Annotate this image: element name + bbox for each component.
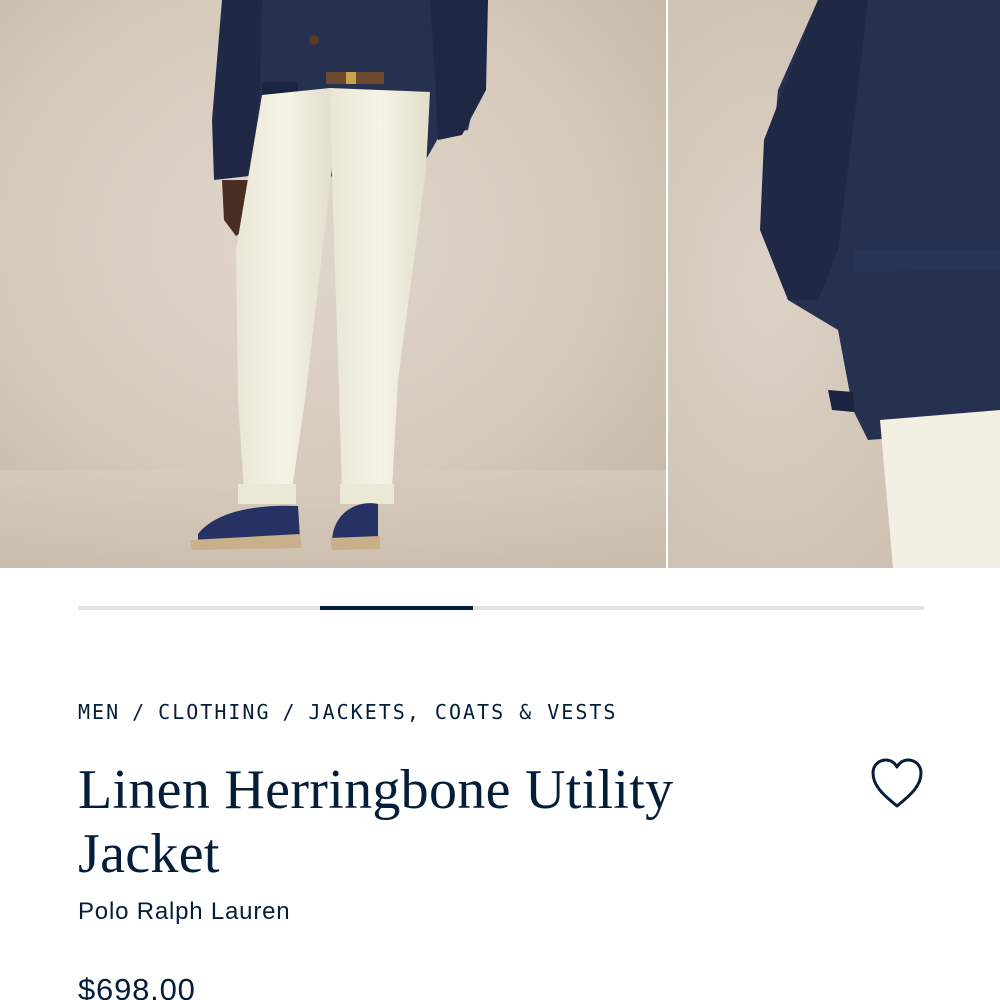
breadcrumb-item-jackets[interactable]: JACKETS, COATS & VESTS bbox=[309, 700, 618, 724]
breadcrumb-item-clothing[interactable]: CLOTHING bbox=[158, 700, 270, 724]
breadcrumb: MEN / CLOTHING / JACKETS, COATS & VESTS bbox=[78, 700, 617, 724]
wishlist-button[interactable] bbox=[868, 756, 926, 810]
carousel-progress-indicator bbox=[319, 606, 473, 610]
product-title: Linen Herringbone Utility Jacket bbox=[78, 759, 674, 885]
breadcrumb-item-men[interactable]: MEN bbox=[78, 700, 120, 724]
carousel-progress-track[interactable] bbox=[78, 606, 924, 610]
product-price: $698.00 bbox=[78, 972, 196, 1000]
heart-outline-icon bbox=[871, 758, 923, 808]
breadcrumb-separator: / bbox=[132, 700, 147, 724]
product-image-main[interactable] bbox=[0, 0, 666, 568]
breadcrumb-separator: / bbox=[282, 700, 297, 724]
product-page: MEN / CLOTHING / JACKETS, COATS & VESTS Line… bbox=[0, 0, 1000, 1000]
product-image-carousel[interactable] bbox=[0, 0, 1000, 568]
product-image-next[interactable] bbox=[668, 0, 1000, 568]
brand-link[interactable]: Polo Ralph Lauren bbox=[78, 898, 290, 926]
